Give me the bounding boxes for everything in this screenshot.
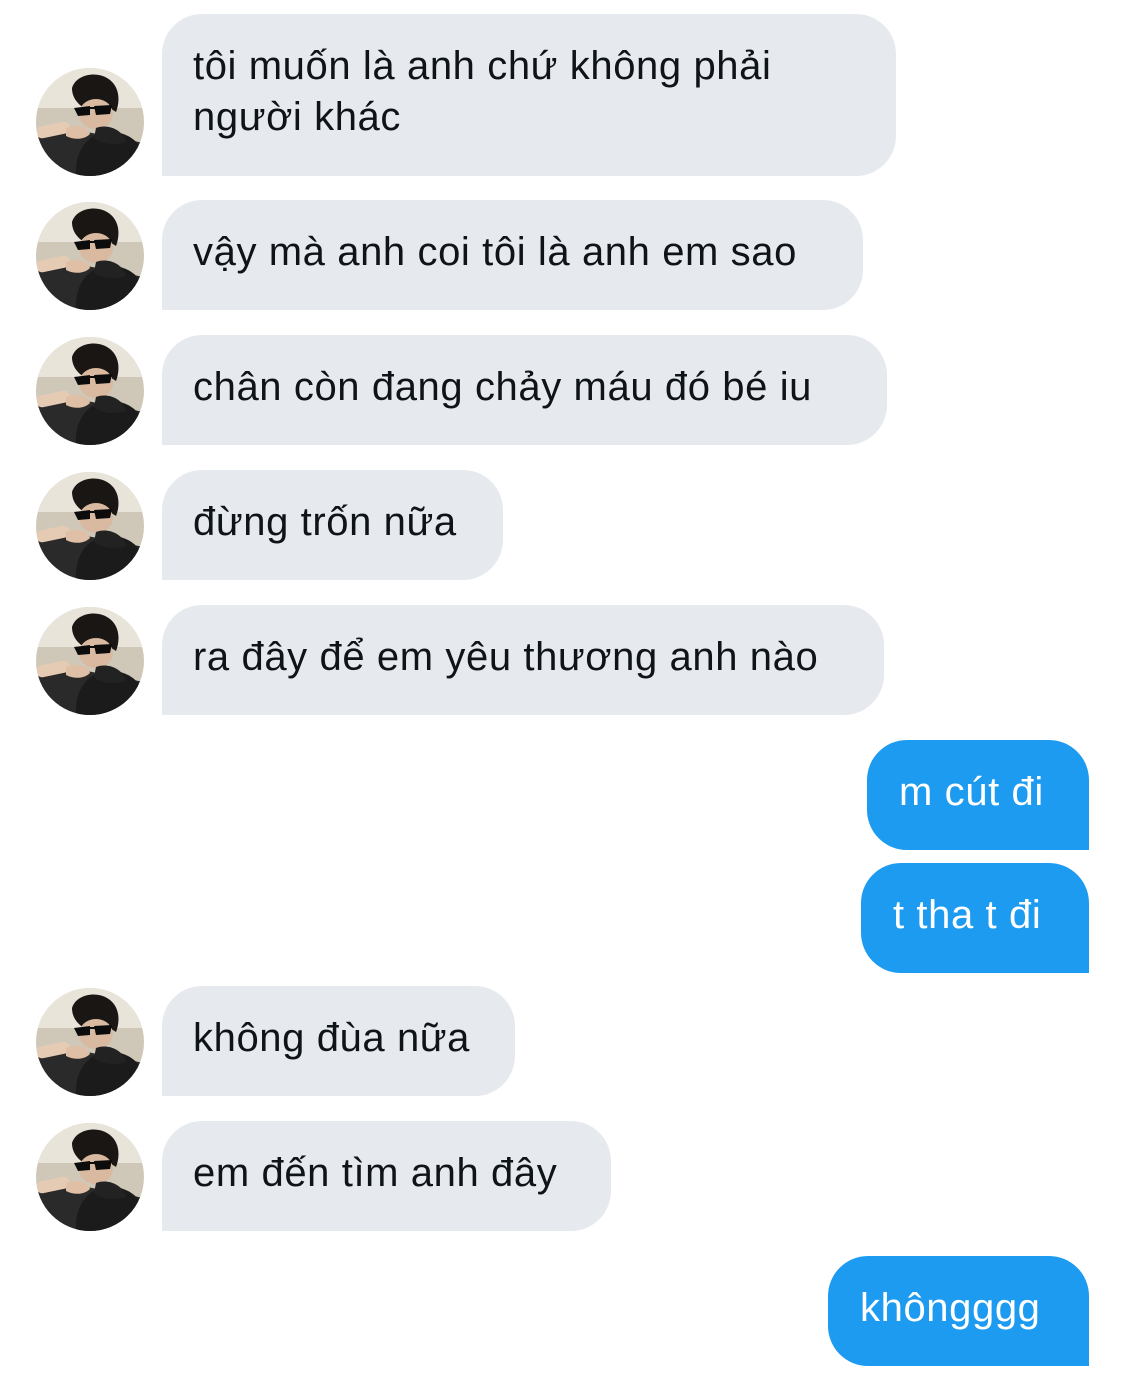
- avatar-photo-icon: [36, 607, 144, 715]
- avatar-photo-icon: [36, 68, 144, 176]
- contact-avatar[interactable]: [36, 337, 144, 445]
- avatar-photo-icon: [36, 337, 144, 445]
- message-text: khôngggg: [860, 1286, 1041, 1330]
- message-text: em đến tìm anh đây: [193, 1151, 558, 1195]
- message-text: t tha t đi: [893, 893, 1042, 937]
- avatar-photo-icon: [36, 988, 144, 1096]
- message-row: không đùa nữa: [0, 986, 1125, 1096]
- incoming-message-bubble[interactable]: không đùa nữa: [162, 986, 515, 1096]
- message-text-line: người khác: [193, 95, 401, 139]
- outgoing-message-bubble[interactable]: m cút đi: [867, 740, 1089, 850]
- contact-avatar[interactable]: [36, 472, 144, 580]
- message-row: khôngggg: [0, 1256, 1125, 1366]
- incoming-message-bubble[interactable]: tôi muốn là anh chứ không phải người khá…: [162, 14, 896, 176]
- incoming-message-bubble[interactable]: chân còn đang chảy máu đó bé iu: [162, 335, 887, 445]
- message-text: chân còn đang chảy máu đó bé iu: [193, 365, 813, 409]
- message-text: đừng trốn nữa: [193, 500, 457, 544]
- incoming-message-bubble[interactable]: vậy mà anh coi tôi là anh em sao: [162, 200, 863, 310]
- contact-avatar[interactable]: [36, 988, 144, 1096]
- incoming-message-bubble[interactable]: đừng trốn nữa: [162, 470, 503, 580]
- message-row: m cút đi: [0, 740, 1125, 850]
- message-row: t tha t đi: [0, 863, 1125, 973]
- message-row: ra đây để em yêu thương anh nào: [0, 605, 1125, 715]
- message-row: em đến tìm anh đây: [0, 1121, 1125, 1231]
- contact-avatar[interactable]: [36, 607, 144, 715]
- contact-avatar[interactable]: [36, 1123, 144, 1231]
- message-text: m cút đi: [899, 770, 1044, 814]
- avatar-photo-icon: [36, 1123, 144, 1231]
- incoming-message-bubble[interactable]: ra đây để em yêu thương anh nào: [162, 605, 884, 715]
- message-text-line: tôi muốn là anh chứ không phải: [193, 44, 772, 88]
- outgoing-message-bubble[interactable]: t tha t đi: [861, 863, 1089, 973]
- outgoing-message-bubble[interactable]: khôngggg: [828, 1256, 1089, 1366]
- avatar-photo-icon: [36, 202, 144, 310]
- message-row: đừng trốn nữa: [0, 470, 1125, 580]
- message-text: ra đây để em yêu thương anh nào: [193, 635, 819, 679]
- incoming-message-bubble[interactable]: em đến tìm anh đây: [162, 1121, 611, 1231]
- message-row: tôi muốn là anh chứ không phải người khá…: [0, 14, 1125, 176]
- contact-avatar[interactable]: [36, 202, 144, 310]
- message-row: chân còn đang chảy máu đó bé iu: [0, 335, 1125, 445]
- message-text: vậy mà anh coi tôi là anh em sao: [193, 230, 797, 274]
- message-row: vậy mà anh coi tôi là anh em sao: [0, 200, 1125, 310]
- avatar-photo-icon: [36, 472, 144, 580]
- message-text: không đùa nữa: [193, 1016, 471, 1060]
- contact-avatar[interactable]: [36, 68, 144, 176]
